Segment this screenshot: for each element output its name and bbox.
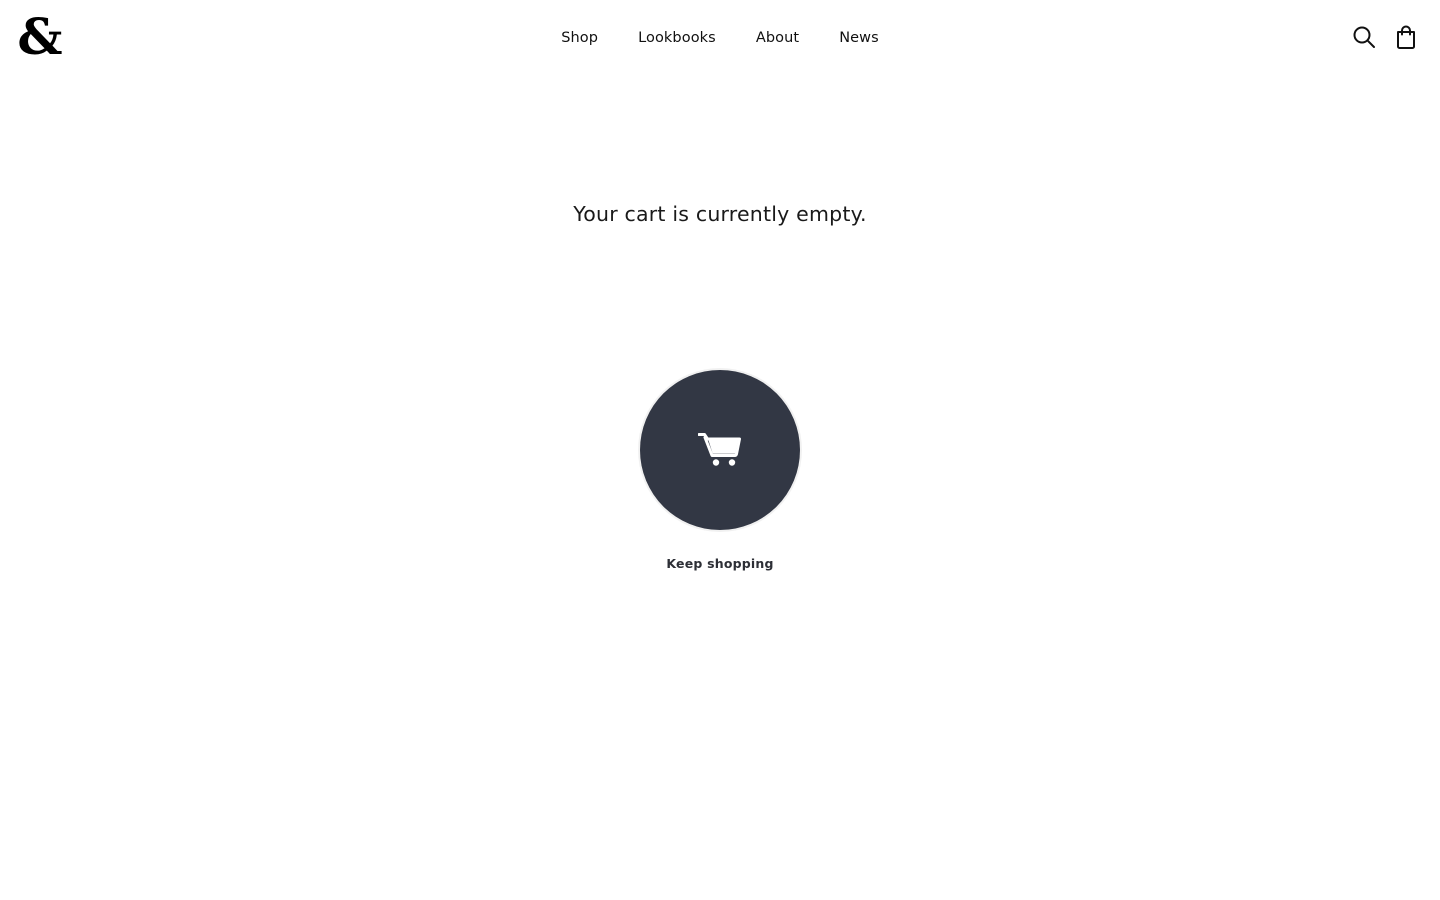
cart-circle [640, 370, 800, 530]
keep-shopping-link[interactable]: Keep shopping [620, 370, 820, 571]
site-header: & Shop Lookbooks About News [0, 0, 1440, 76]
nav-item-about[interactable]: About [736, 30, 819, 46]
cart-button[interactable] [1392, 22, 1420, 52]
nav-list: Shop Lookbooks About News [541, 30, 899, 46]
shopping-bag-icon [1397, 25, 1415, 49]
main-nav: Shop Lookbooks About News [0, 0, 1440, 76]
shopping-cart-icon [698, 433, 741, 466]
search-icon [1353, 26, 1375, 48]
keep-shopping-label: Keep shopping [666, 556, 774, 571]
cart-page: Your cart is currently empty. Keep shopp… [0, 76, 1440, 900]
search-button[interactable] [1350, 22, 1378, 52]
nav-item-news[interactable]: News [819, 30, 899, 46]
brand-logo[interactable]: & [17, 8, 62, 66]
nav-item-shop[interactable]: Shop [541, 30, 618, 46]
header-actions [1350, 22, 1420, 52]
empty-cart-message: Your cart is currently empty. [573, 202, 867, 226]
nav-item-lookbooks[interactable]: Lookbooks [618, 30, 736, 46]
